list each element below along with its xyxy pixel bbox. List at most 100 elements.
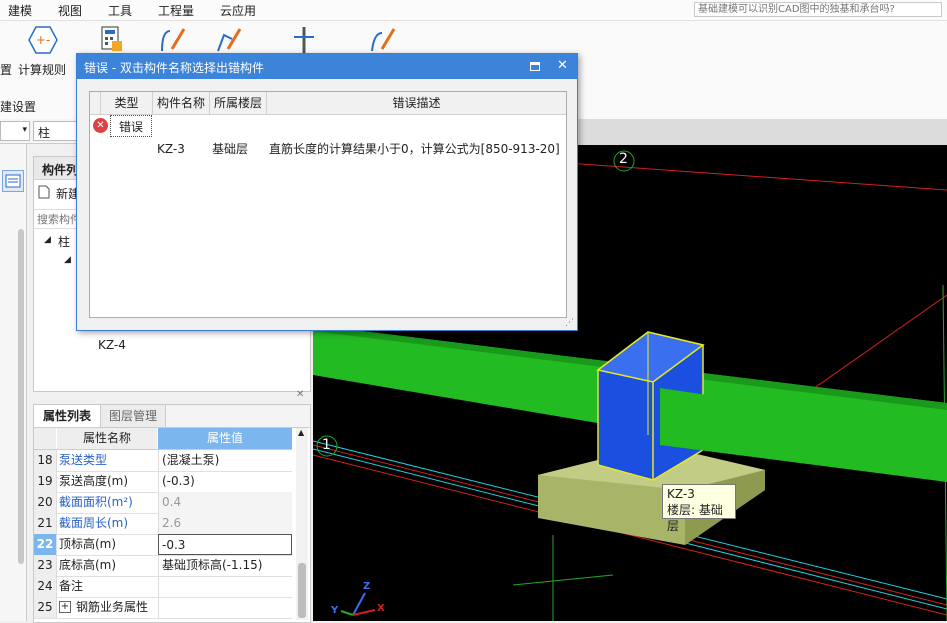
property-value[interactable]: (-0.3)	[158, 471, 292, 492]
table-row[interactable]: 19 泵送高度(m) (-0.3)	[34, 471, 292, 493]
property-value[interactable]: 基础顶标高(-1.15)	[158, 555, 292, 576]
maximize-icon[interactable]	[530, 62, 540, 71]
row-num: 22	[34, 534, 57, 555]
row-num: 21	[34, 513, 57, 534]
floor-combo[interactable]: ▾	[0, 121, 30, 141]
property-name: 泵送高度(m)	[59, 474, 129, 488]
tree-item-kz4[interactable]: KZ-4	[98, 338, 126, 352]
gizmo-y-axis	[340, 610, 354, 616]
tree-root-column[interactable]: 柱	[58, 233, 70, 250]
menu-quantity[interactable]: 工程量	[158, 2, 194, 19]
search-input[interactable]	[694, 2, 942, 17]
header-property-name: 属性名称	[57, 428, 157, 449]
property-name: 钢筋业务属性	[76, 600, 149, 614]
header-error-desc: 错误描述	[267, 92, 566, 115]
rebar-edit-icon[interactable]	[368, 25, 396, 55]
scroll-thumb[interactable]	[298, 563, 306, 618]
menu-cloud[interactable]: 云应用	[220, 2, 256, 19]
error-floor: 基础层	[212, 142, 249, 156]
vertical-toolbar	[0, 144, 27, 621]
scroll-up-icon[interactable]: ▲	[298, 428, 304, 437]
menu-modeling[interactable]: 建模	[8, 2, 32, 19]
dialog-titlebar[interactable]: 错误 - 双击构件名称选择出错构件 ✕	[77, 54, 577, 79]
menu-view[interactable]: 视图	[58, 2, 82, 19]
ribbon-group-label: 建设置	[0, 100, 37, 114]
header-floor: 所属楼层	[210, 92, 267, 115]
calculator-icon[interactable]	[100, 25, 124, 55]
row-num: 19	[34, 471, 57, 492]
property-name: 底标高(m)	[59, 558, 117, 572]
edit-rebar-icon[interactable]	[158, 25, 186, 55]
property-value[interactable]: (混凝土泵)	[158, 450, 292, 471]
row-num: 24	[34, 576, 57, 597]
error-type: 错误	[110, 115, 152, 137]
axis-label-2: 2	[619, 151, 628, 167]
component-list-icon[interactable]	[2, 170, 24, 192]
error-table: 类型 构件名称 所属楼层 错误描述 ✕ 错误 KZ-3 基础层 直筋长度的计算结…	[89, 91, 567, 318]
property-value: 0.4	[158, 492, 292, 513]
row-num: 20	[34, 492, 57, 513]
property-value-input[interactable]: -0.3	[158, 534, 292, 555]
chevron-down-icon: ▾	[22, 125, 27, 135]
component-type-value: 柱	[38, 126, 51, 140]
tab-properties[interactable]: 属性列表	[34, 405, 101, 427]
table-header-spacer	[90, 92, 101, 115]
properties-panel: 属性列表 图层管理 ✕ 属性名称 属性值 18 泵送类型 (混凝土泵) 19 泵…	[33, 389, 311, 623]
header-num-cell	[34, 428, 56, 449]
tab-layers[interactable]: 图层管理	[101, 405, 166, 427]
gizmo-y-label: Y	[331, 605, 339, 616]
svg-text:+-: +-	[36, 33, 50, 47]
error-component-name[interactable]: KZ-3	[157, 138, 185, 160]
tree-expand-icon[interactable]: ◢	[44, 235, 51, 245]
menu-bar: 建模 视图 工具 工程量 云应用	[0, 0, 947, 21]
property-value: 2.6	[158, 513, 292, 534]
error-description: 直筋长度的计算结果小于0，计算公式为[850-913-20]	[269, 142, 560, 156]
property-name: 备注	[59, 579, 84, 593]
resize-grip-icon[interactable]: ⋰	[565, 318, 574, 328]
property-name: 截面周长(m)	[59, 516, 129, 530]
header-property-value: 属性值	[158, 428, 292, 449]
property-name: 泵送类型	[59, 453, 108, 467]
menu-tools[interactable]: 工具	[108, 2, 132, 19]
property-value[interactable]	[158, 597, 292, 618]
tooltip-name: KZ-3	[667, 487, 695, 501]
header-component-name: 构件名称	[153, 92, 210, 115]
property-value[interactable]	[158, 576, 292, 597]
table-row[interactable]: 22 顶标高(m) -0.3	[34, 534, 292, 556]
table-row[interactable]: 24 备注	[34, 576, 292, 598]
tree-expand-child-icon[interactable]: ◢	[64, 255, 71, 265]
axis-label-1: 1	[322, 437, 331, 453]
table-row[interactable]: 25 + 钢筋业务属性	[34, 597, 292, 619]
header-type: 类型	[101, 92, 153, 115]
error-dialog: 错误 - 双击构件名称选择出错构件 ✕ 类型 构件名称 所属楼层 错误描述 ✕ …	[76, 53, 578, 331]
component-tooltip: KZ-3 楼层: 基础层	[662, 484, 736, 533]
table-row[interactable]: 23 底标高(m) 基础顶标高(-1.15)	[34, 555, 292, 577]
expand-plus-icon[interactable]: +	[59, 601, 71, 613]
close-icon[interactable]: ✕	[557, 58, 568, 73]
table-row[interactable]: 18 泵送类型 (混凝土泵)	[34, 450, 292, 472]
calc-rules-icon[interactable]: +-	[28, 25, 58, 55]
column-tool-icon[interactable]	[290, 25, 318, 55]
left-scrollbar[interactable]	[18, 229, 24, 564]
close-icon[interactable]: ✕	[296, 389, 304, 400]
table-row[interactable]: 21 截面周长(m) 2.6	[34, 513, 292, 535]
properties-scrollbar[interactable]: ▲	[296, 428, 308, 620]
property-name: 顶标高(m)	[59, 537, 117, 551]
component-list-title: 构件列	[42, 163, 79, 177]
gizmo-z-label: Z	[363, 581, 371, 592]
row-num: 25	[34, 597, 57, 618]
new-file-icon[interactable]	[38, 185, 50, 199]
table-row[interactable]: ✕ 错误 KZ-3 基础层 直筋长度的计算结果小于0，计算公式为[850-913…	[90, 115, 566, 156]
row-num: 23	[34, 555, 57, 576]
table-row[interactable]: 20 截面面积(m²) 0.4	[34, 492, 292, 514]
row-num: 18	[34, 450, 57, 471]
tooltip-floor: 楼层: 基础层	[667, 503, 723, 533]
error-icon: ✕	[93, 118, 108, 133]
ribbon-partial-label[interactable]: 置	[0, 61, 12, 78]
calc-rules-button[interactable]: 计算规则	[18, 61, 66, 78]
property-name: 截面面积(m²)	[59, 495, 133, 509]
gizmo-x-label: X	[377, 603, 385, 614]
edit-component-icon[interactable]	[214, 25, 242, 55]
grid-line-green2	[512, 574, 614, 586]
dialog-title: 错误 - 双击构件名称选择出错构件	[84, 61, 264, 75]
